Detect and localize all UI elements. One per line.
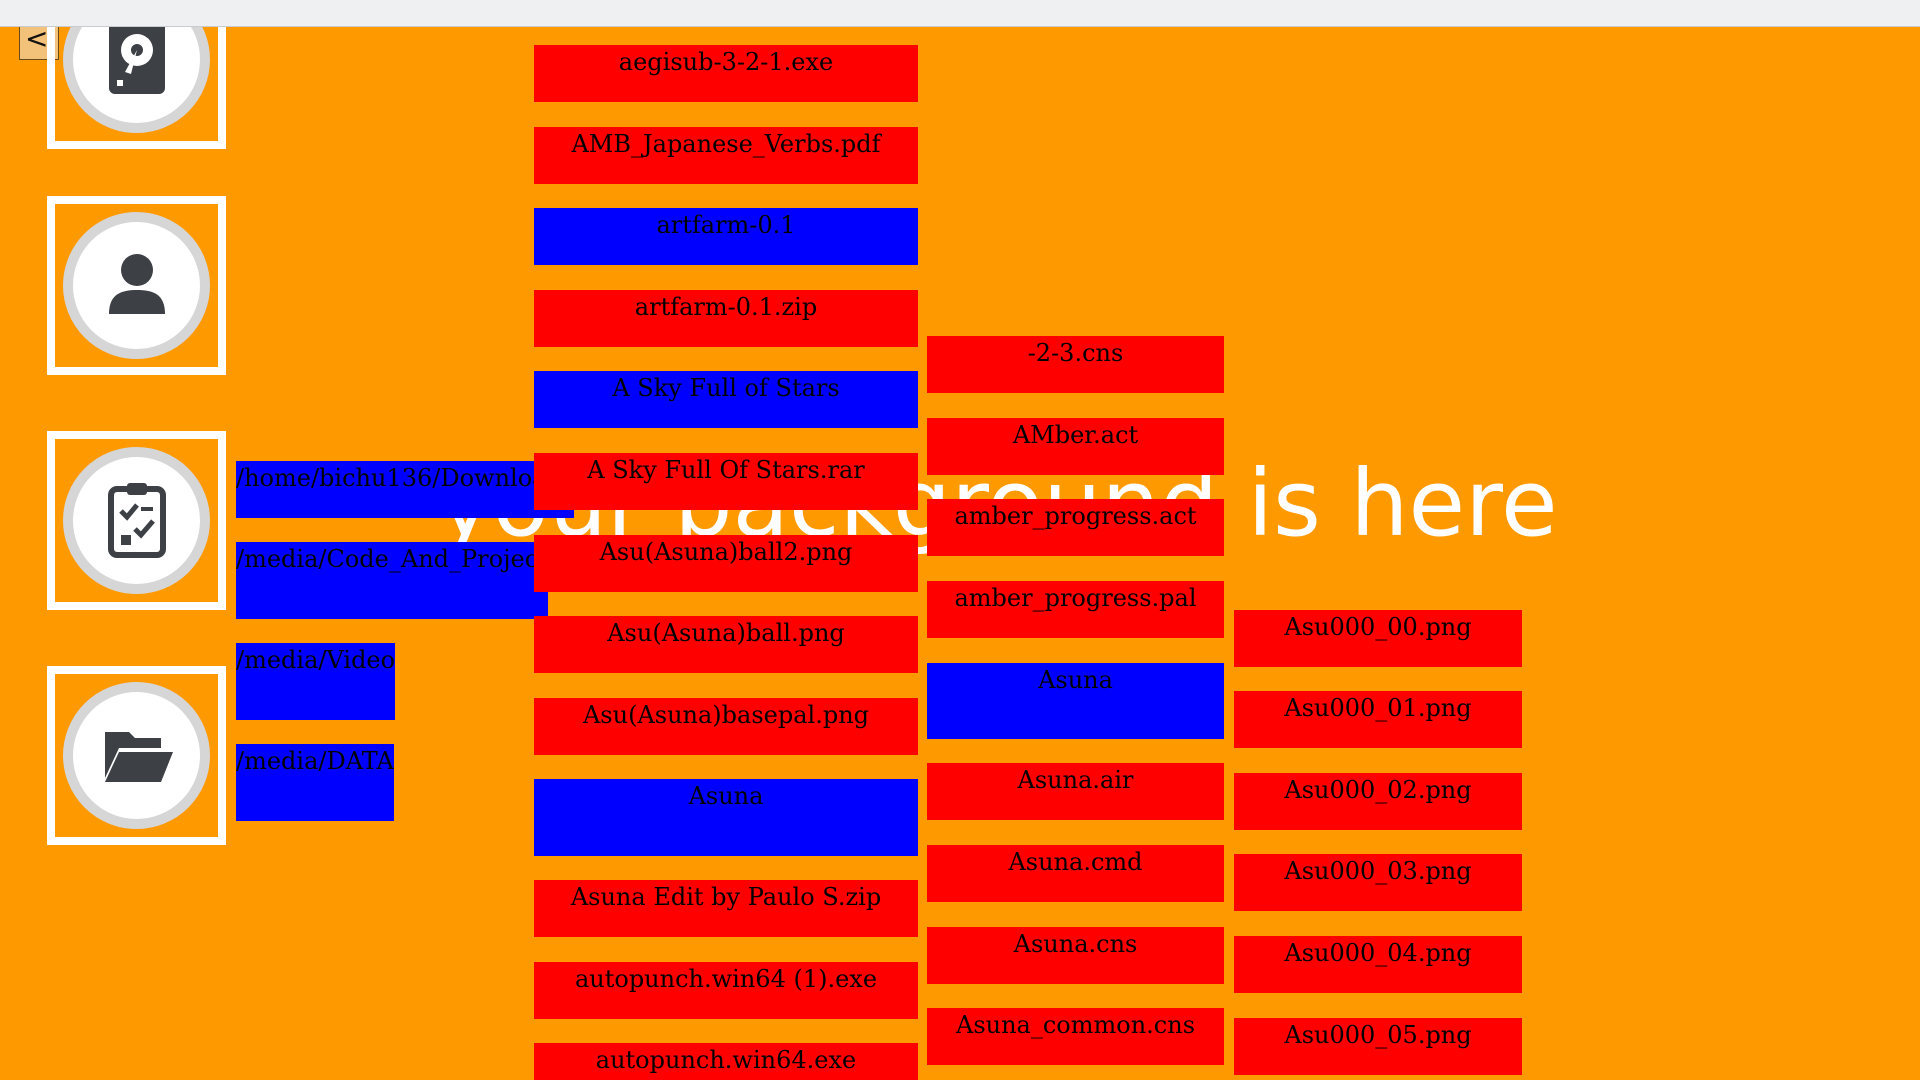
list-item[interactable]: Asuna.air: [927, 763, 1224, 820]
list-item[interactable]: Asu(Asuna)ball2.png: [534, 535, 918, 592]
list-item[interactable]: Asu000_05.png: [1234, 1018, 1522, 1075]
sidebar-tasks-button[interactable]: [47, 431, 226, 610]
list-item[interactable]: Asuna.cmd: [927, 845, 1224, 902]
list-item[interactable]: amber_progress.act: [927, 499, 1224, 556]
place-item-data[interactable]: /media/DATA: [236, 744, 394, 821]
browser-top-bar: [0, 0, 1920, 27]
list-item[interactable]: autopunch.win64 (1).exe: [534, 962, 918, 1019]
list-item[interactable]: Asu(Asuna)basepal.png: [534, 698, 918, 755]
list-item[interactable]: A Sky Full Of Stars.rar: [534, 453, 918, 510]
list-item[interactable]: Asu000_00.png: [1234, 610, 1522, 667]
list-item[interactable]: aegisub-3-2-1.exe: [534, 45, 918, 102]
place-item-video[interactable]: /media/Video: [236, 643, 396, 720]
list-item[interactable]: Asu000_02.png: [1234, 773, 1522, 830]
list-item[interactable]: artfarm-0.1: [534, 208, 918, 265]
list-item[interactable]: Asu000_04.png: [1234, 936, 1522, 993]
list-item[interactable]: Asuna.cns: [927, 927, 1224, 984]
list-item[interactable]: AMber.act: [927, 418, 1224, 475]
hard-drive-icon: [95, 16, 179, 104]
list-item[interactable]: Asu(Asuna)ball.png: [534, 616, 918, 673]
list-item[interactable]: Asuna: [534, 779, 918, 856]
list-item[interactable]: artfarm-0.1.zip: [534, 290, 918, 347]
folder-open-icon: [95, 712, 179, 800]
place-item-downloads[interactable]: /home/bichu136/Downloads: [236, 461, 575, 518]
list-item[interactable]: AMB_Japanese_Verbs.pdf: [534, 127, 918, 184]
sidebar-folders-button[interactable]: [47, 666, 226, 845]
list-item[interactable]: Asu000_03.png: [1234, 854, 1522, 911]
sidebar-user-button[interactable]: [47, 196, 226, 375]
user-icon: [95, 242, 179, 330]
list-item[interactable]: autopunch.win64.exe: [534, 1043, 918, 1080]
place-item-code-and-project[interactable]: /media/Code_And_Project: [236, 542, 548, 619]
list-item[interactable]: Asu000_01.png: [1234, 691, 1522, 748]
list-item[interactable]: -2-3.cns: [927, 336, 1224, 393]
list-item[interactable]: Asuna: [927, 663, 1224, 739]
list-item[interactable]: amber_progress.pal: [927, 581, 1224, 638]
list-item[interactable]: Asuna Edit by Paulo S.zip: [534, 880, 918, 937]
clipboard-checklist-icon: [95, 477, 179, 565]
list-item[interactable]: Asuna_common.cns: [927, 1008, 1224, 1065]
list-item[interactable]: A Sky Full of Stars: [534, 371, 918, 428]
